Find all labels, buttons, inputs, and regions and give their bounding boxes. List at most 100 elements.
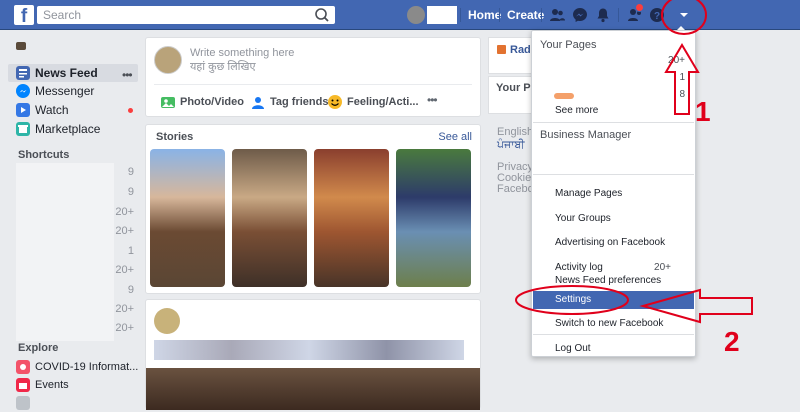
shortcuts-list-redacted[interactable]	[16, 163, 114, 341]
notifications-bell-icon[interactable]	[595, 7, 611, 23]
divider	[618, 8, 619, 22]
feeling-label: Feeling/Acti...	[347, 96, 419, 108]
tag-friends-icon	[252, 97, 264, 109]
feeling-emoji-icon	[328, 95, 342, 109]
stories-card: Stories See all	[145, 124, 481, 294]
sidebar-item-watch[interactable]: Watch	[16, 101, 69, 119]
manage-pages-item[interactable]: Manage Pages	[533, 185, 694, 203]
friend-requests-icon[interactable]	[549, 7, 565, 23]
language-punjabi[interactable]: ਪੰਜਾਬੀ	[497, 139, 525, 152]
settings-item[interactable]: Settings	[533, 291, 694, 309]
marketplace-icon	[16, 122, 30, 136]
composer-placeholder-hindi: यहां कुछ लिखिए	[190, 61, 256, 73]
messenger-icon[interactable]	[572, 7, 588, 23]
page-thumbnail	[554, 93, 574, 99]
sidebar-item-label: Events	[35, 379, 69, 391]
sidebar-item-label: COVID-19 Informat...	[35, 361, 139, 373]
sidebar-item-covid[interactable]: COVID-19 Informat...	[16, 358, 138, 376]
page-icon	[497, 45, 506, 54]
sidebar-item-more[interactable]	[16, 394, 30, 412]
shortcut-count: 9	[127, 166, 134, 178]
search-icon[interactable]	[312, 7, 332, 23]
messenger-icon	[16, 84, 30, 98]
tag-friends-label: Tag friends	[270, 96, 329, 108]
sidebar-item-label: News Feed	[35, 66, 98, 80]
activity-count: 20+	[654, 262, 671, 273]
your-groups-item[interactable]: Your Groups	[533, 210, 694, 228]
left-sidebar: News Feed ••• Messenger Watch Marketplac…	[0, 30, 140, 410]
user-avatar-small[interactable]	[16, 42, 26, 50]
shortcut-count: 1	[127, 245, 134, 257]
log-out-item[interactable]: Log Out	[533, 340, 694, 358]
shortcut-count: 9	[127, 186, 134, 198]
news-feed-icon	[16, 66, 30, 80]
story-tile[interactable]	[232, 149, 307, 287]
post-text-redacted	[154, 340, 464, 360]
home-link[interactable]: Home	[468, 8, 501, 22]
shortcuts-heading: Shortcuts	[18, 149, 70, 161]
more-options-icon[interactable]: •••	[122, 68, 133, 82]
annotation-step-1: 1	[695, 96, 711, 127]
stories-see-all-link[interactable]: See all	[438, 131, 472, 143]
composer-avatar	[154, 46, 182, 74]
events-icon	[16, 378, 30, 392]
covid-info-icon	[16, 360, 30, 374]
story-tile[interactable]	[314, 149, 389, 287]
post-composer: Write something here यहां कुछ लिखिए Phot…	[145, 37, 481, 117]
sidebar-item-marketplace[interactable]: Marketplace	[16, 120, 100, 138]
account-dropdown-menu: Your Pages 20+ 1 8 See more Business Man…	[531, 30, 696, 357]
switch-new-facebook-item[interactable]: Switch to new Facebook	[533, 315, 694, 333]
sidebar-item-label: Messenger	[35, 84, 95, 98]
divider	[154, 84, 472, 85]
shortcut-count: 20+	[115, 225, 134, 237]
sidebar-item-label: Watch	[35, 103, 69, 117]
search-input[interactable]	[37, 6, 335, 24]
feeling-activity-button[interactable]: Feeling/Acti...	[327, 93, 419, 111]
advertising-item[interactable]: Advertising on Facebook	[533, 234, 694, 252]
annotation-step-2: 2	[724, 326, 740, 357]
watch-icon	[16, 103, 30, 117]
page-count: 1	[679, 72, 685, 83]
group-icon	[16, 396, 30, 410]
shortcut-count: 20+	[115, 322, 134, 334]
create-link[interactable]: Create	[507, 8, 544, 22]
divider	[460, 8, 461, 22]
shortcut-count: 20+	[115, 264, 134, 276]
composer-placeholder-english: Write something here	[190, 47, 295, 59]
facebook-logo[interactable]: f	[14, 5, 34, 25]
your-pages-heading: Your Pages	[540, 39, 597, 51]
profile-avatar[interactable]	[407, 6, 425, 24]
explore-heading: Explore	[18, 342, 59, 354]
page-count: 20+	[668, 55, 685, 66]
story-tile[interactable]	[150, 149, 225, 287]
photo-video-label: Photo/Video	[180, 96, 244, 108]
unread-dot	[128, 108, 133, 113]
account-menu-caret-icon[interactable]	[676, 7, 692, 23]
sidebar-item-label: Marketplace	[35, 122, 101, 136]
divider	[541, 8, 542, 22]
post-image[interactable]	[146, 368, 480, 410]
profile-name-redacted[interactable]	[427, 6, 457, 24]
shortcut-count: 20+	[115, 303, 134, 315]
business-manager-link[interactable]: Business Manager	[540, 129, 631, 141]
composer-input[interactable]: Write something here यहां कुछ लिखिए	[190, 46, 294, 74]
divider	[499, 8, 500, 22]
story-tile[interactable]	[396, 149, 471, 287]
tag-friends-button[interactable]: Tag friends	[250, 93, 328, 111]
divider	[533, 174, 694, 175]
shortcut-count: 9	[127, 284, 134, 296]
news-feed-preferences-item[interactable]: News Feed preferences	[533, 275, 694, 287]
see-more-pages[interactable]: See more	[533, 102, 694, 120]
help-icon[interactable]: ?	[649, 7, 665, 23]
stories-title: Stories	[156, 131, 194, 143]
sidebar-item-events[interactable]: Events	[16, 376, 69, 394]
photo-video-button[interactable]: Photo/Video	[160, 93, 244, 111]
divider	[533, 334, 694, 335]
divider	[533, 122, 694, 123]
feed-post	[145, 299, 481, 410]
sidebar-item-news-feed[interactable]: News Feed	[16, 64, 98, 82]
more-options-icon[interactable]: •••	[427, 93, 438, 107]
photo-icon	[161, 97, 175, 108]
sidebar-item-messenger[interactable]: Messenger	[16, 82, 94, 100]
post-author-avatar[interactable]	[154, 308, 180, 334]
